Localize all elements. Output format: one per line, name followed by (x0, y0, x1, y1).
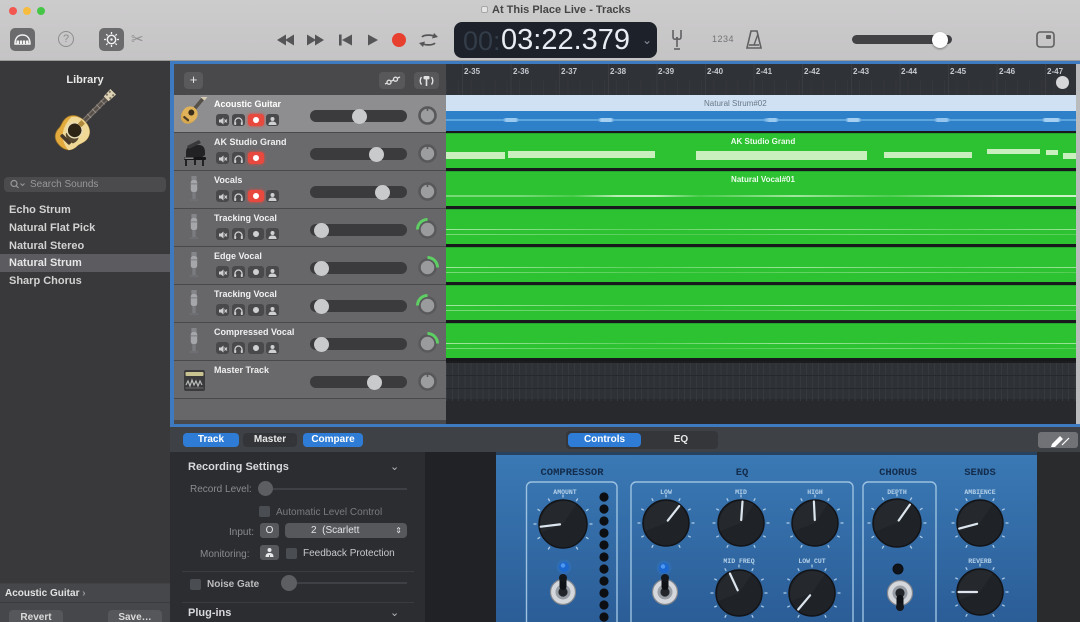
svg-text:MID FREQ: MID FREQ (723, 558, 754, 565)
svg-text:EQ: EQ (736, 467, 749, 479)
svg-text:SENDS: SENDS (964, 467, 996, 479)
svg-text:CHORUS: CHORUS (879, 467, 917, 479)
svg-text:COMPRESSOR: COMPRESSOR (540, 467, 604, 479)
svg-text:LOW CUT: LOW CUT (798, 558, 825, 565)
svg-text:AMOUNT: AMOUNT (553, 489, 577, 496)
